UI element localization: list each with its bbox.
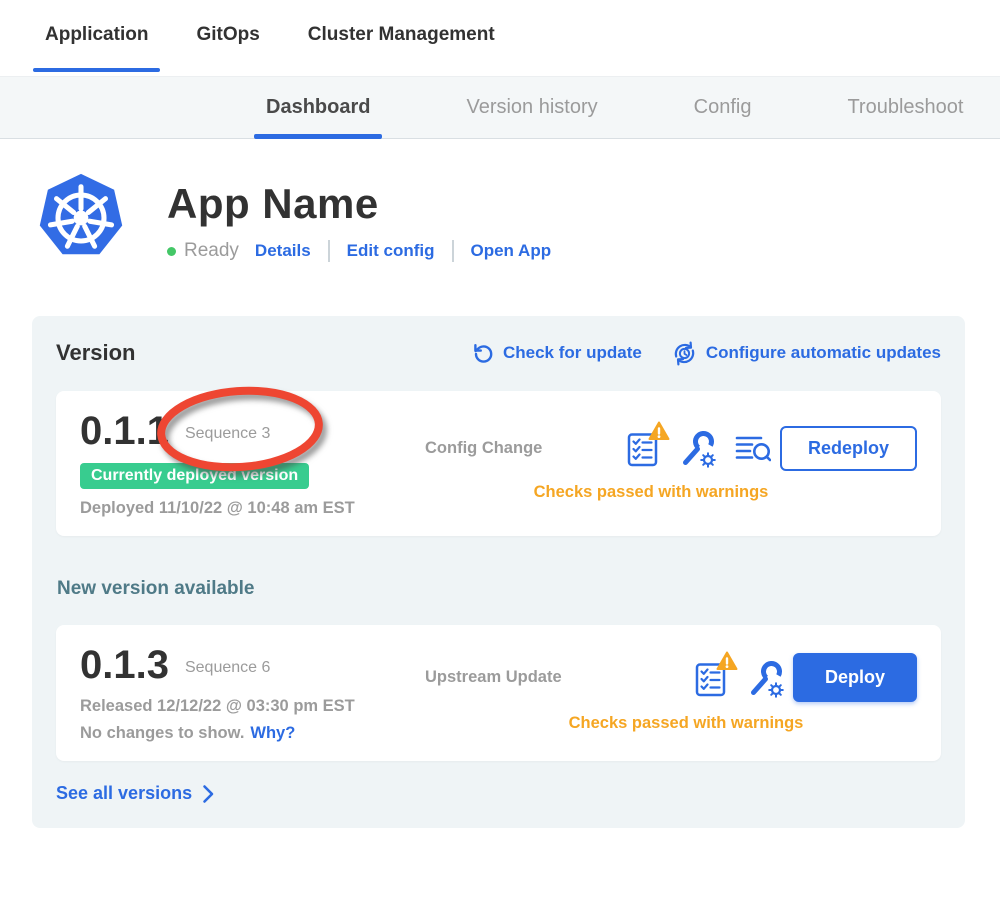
diff-magnifier-icon	[735, 433, 771, 463]
released-timestamp: Released 12/12/22 @ 03:30 pm EST	[80, 697, 425, 716]
page-title: App Name	[167, 180, 551, 228]
tab-config-label: Config	[694, 96, 752, 119]
why-link[interactable]: Why?	[250, 724, 295, 742]
edit-config-icon-button[interactable]	[679, 428, 717, 468]
tab-gitops[interactable]: GitOps	[184, 0, 271, 76]
current-version-card: 0.1.1 Sequence 3 Currently deployed vers…	[56, 391, 941, 536]
deploy-button[interactable]: Deploy	[793, 653, 917, 702]
tab-troubleshoot-label: Troubleshoot	[847, 96, 963, 119]
wrench-gear-icon	[679, 428, 717, 468]
tab-troubleshoot[interactable]: Troubleshoot	[835, 77, 975, 138]
kubernetes-logo-icon	[35, 172, 127, 264]
current-checks-status: Checks passed with warnings	[425, 483, 917, 502]
tab-version-history-label: Version history	[466, 96, 597, 119]
tab-version-history[interactable]: Version history	[454, 77, 609, 138]
redeploy-button[interactable]: Redeploy	[780, 426, 917, 471]
new-version-number: 0.1.3	[80, 643, 169, 687]
tab-application-label: Application	[45, 24, 148, 52]
configure-automatic-updates-button[interactable]: Configure automatic updates	[672, 341, 941, 366]
tab-config[interactable]: Config	[682, 77, 764, 138]
tab-cluster-management[interactable]: Cluster Management	[296, 0, 507, 76]
current-version-sequence: Sequence 3	[185, 419, 270, 443]
warning-triangle-icon	[716, 651, 738, 671]
version-panel-title: Version	[56, 340, 135, 366]
ready-status-label: Ready	[184, 240, 239, 262]
no-changes-label: No changes to show.	[80, 724, 244, 742]
currently-deployed-badge: Currently deployed version	[80, 463, 309, 489]
tab-gitops-label: GitOps	[196, 24, 259, 52]
new-version-source: Upstream Update	[425, 668, 575, 687]
divider	[452, 240, 454, 262]
tab-application[interactable]: Application	[33, 0, 160, 76]
new-version-sequence: Sequence 6	[185, 653, 270, 677]
app-header: App Name Ready Details Edit config Open …	[35, 172, 1000, 264]
details-link[interactable]: Details	[255, 241, 311, 261]
see-all-versions-label: See all versions	[56, 783, 192, 804]
tab-dashboard[interactable]: Dashboard	[254, 77, 382, 138]
version-panel: Version Check for update Configure	[32, 316, 965, 828]
view-diff-icon-button[interactable]	[735, 433, 771, 463]
auto-update-clock-icon	[672, 341, 697, 366]
current-version-number: 0.1.1	[80, 409, 169, 453]
edit-config-icon-button[interactable]	[747, 658, 785, 698]
preflight-checks-button[interactable]	[695, 659, 729, 697]
new-checks-status: Checks passed with warnings	[425, 714, 917, 733]
configure-automatic-updates-label: Configure automatic updates	[706, 343, 941, 363]
tab-cluster-management-label: Cluster Management	[308, 24, 495, 52]
refresh-icon	[472, 342, 494, 364]
warning-triangle-icon	[648, 421, 670, 441]
chevron-right-icon	[202, 784, 215, 804]
open-app-link[interactable]: Open App	[471, 241, 552, 261]
app-sub-nav: Dashboard Version history Config Trouble…	[0, 76, 1000, 139]
edit-config-link[interactable]: Edit config	[347, 241, 435, 261]
app-status-row: Ready Details Edit config Open App	[167, 240, 551, 262]
deployed-timestamp: Deployed 11/10/22 @ 10:48 am EST	[80, 499, 425, 518]
tab-dashboard-label: Dashboard	[266, 96, 370, 119]
current-version-source: Config Change	[425, 439, 575, 458]
new-version-card: 0.1.3 Sequence 6 Released 12/12/22 @ 03:…	[56, 625, 941, 761]
check-for-update-label: Check for update	[503, 343, 642, 363]
check-for-update-button[interactable]: Check for update	[472, 342, 642, 364]
top-nav: Application GitOps Cluster Management	[0, 0, 1000, 76]
new-version-heading: New version available	[57, 578, 941, 600]
see-all-versions-link[interactable]: See all versions	[56, 783, 941, 804]
divider	[328, 240, 330, 262]
version-panel-header: Version Check for update Configure	[56, 340, 941, 366]
wrench-gear-icon	[747, 658, 785, 698]
ready-status-dot-icon	[167, 247, 176, 256]
preflight-checks-button[interactable]	[627, 429, 661, 467]
